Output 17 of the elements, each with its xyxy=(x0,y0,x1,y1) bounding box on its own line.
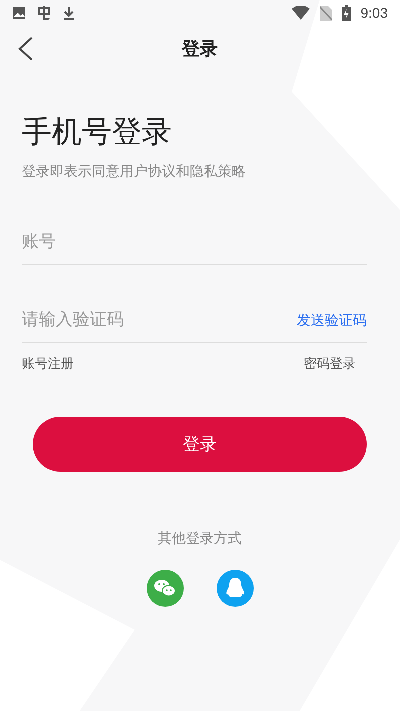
mode-link[interactable]: 账号注册 xyxy=(22,355,74,373)
penguin-icon[interactable] xyxy=(216,570,254,607)
input-field[interactable]: 请输入验证码 xyxy=(22,310,297,330)
download-icon xyxy=(62,6,76,20)
other-login-label: 其他登录方式 xyxy=(158,530,242,548)
page-title: 登录 xyxy=(182,38,218,61)
image-icon xyxy=(12,6,26,20)
input-field[interactable]: 账号 xyxy=(22,232,367,252)
agreement-text: 登录即表示同意用户协议和隐私策略 xyxy=(22,163,246,181)
chat-bubbles-icon[interactable] xyxy=(146,570,184,607)
back-icon[interactable] xyxy=(18,37,34,61)
send-code-link[interactable]: 发送验证码 xyxy=(297,312,367,330)
status-time: 9:03 xyxy=(360,5,388,21)
mode-link[interactable]: 密码登录 xyxy=(304,355,356,373)
login-button[interactable]: 登录 xyxy=(33,417,367,472)
heading: 手机号登录 xyxy=(22,114,172,152)
wifi-icon xyxy=(292,6,310,20)
